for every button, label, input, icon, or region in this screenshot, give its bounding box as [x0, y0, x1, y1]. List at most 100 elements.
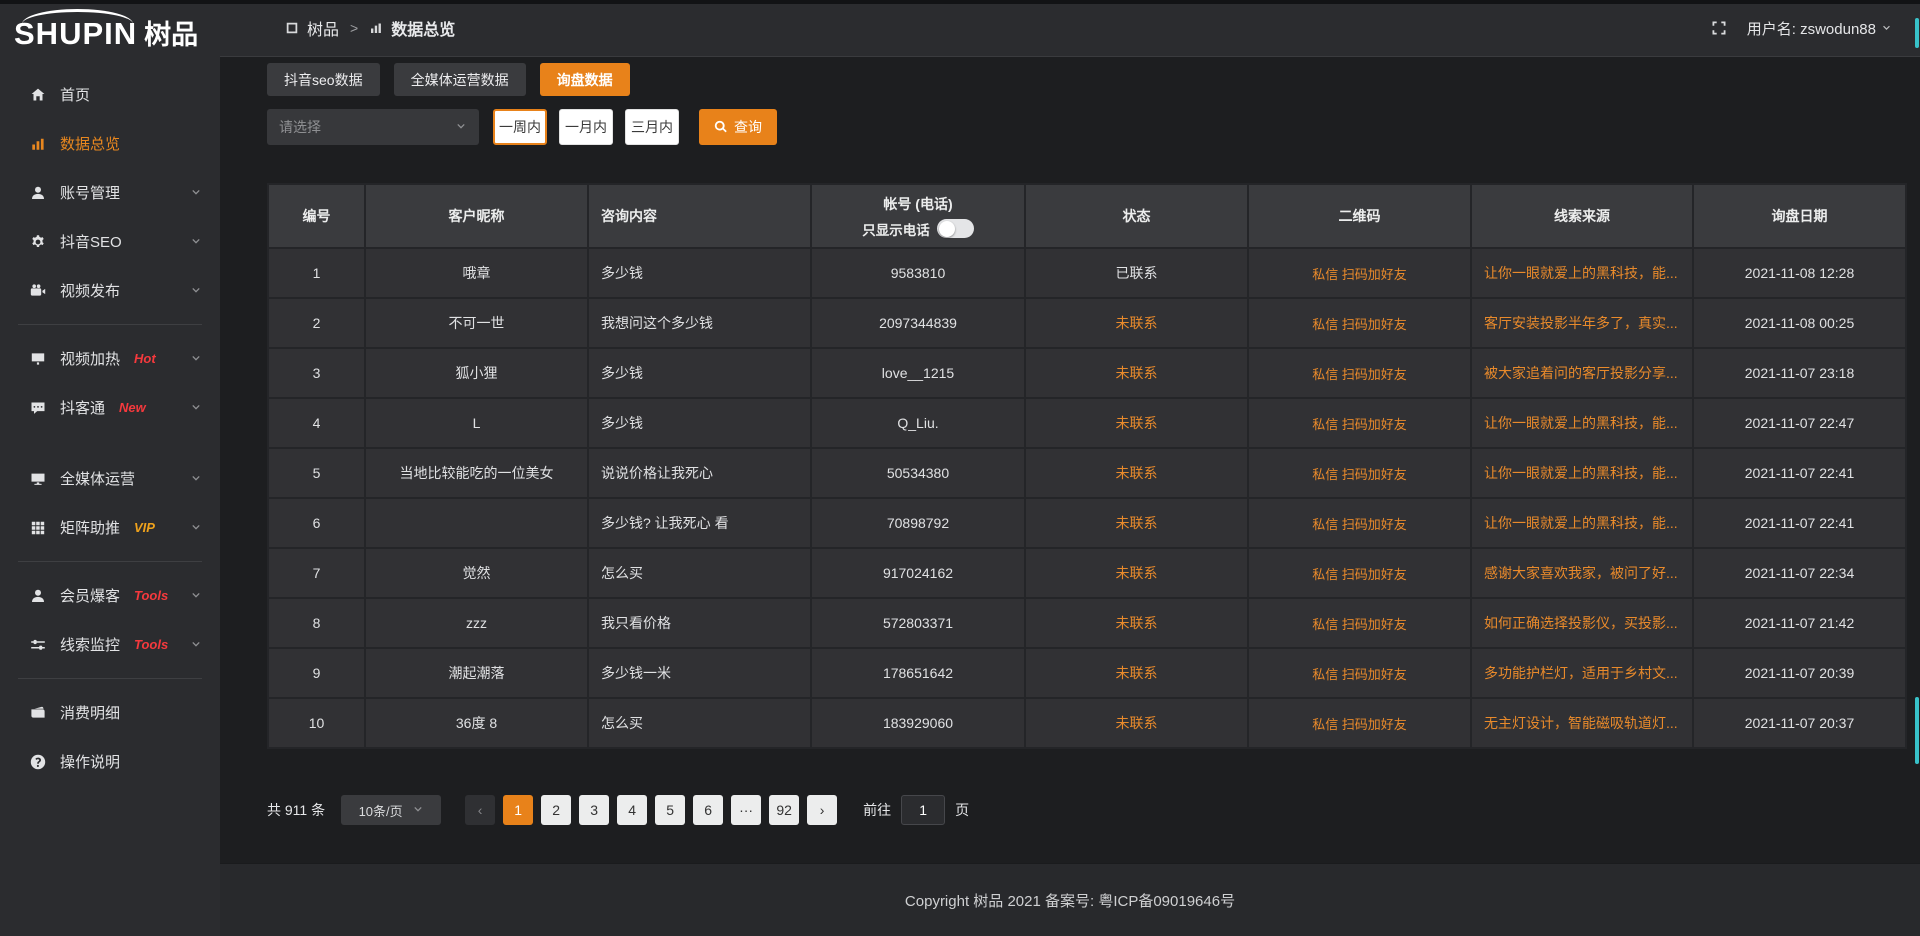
range-buttons: 一周内一月内三月内: [493, 109, 679, 145]
sidebar-item-matrix-boost[interactable]: 矩阵助推 VIP: [0, 503, 220, 552]
date-range-button[interactable]: 一月内: [559, 109, 613, 145]
cell-qrcode-link[interactable]: 私信 扫码加好友: [1249, 399, 1470, 447]
cell-source-link[interactable]: 无主灯设计，智能磁吸轨道灯...: [1472, 699, 1692, 747]
cell-no: 4: [269, 399, 364, 447]
page-button-3[interactable]: 3: [579, 795, 609, 825]
cell-no: 8: [269, 599, 364, 647]
cell-date: 2021-11-07 20:37: [1694, 699, 1905, 747]
data-tab[interactable]: 询盘数据: [540, 63, 630, 96]
cell-nickname: 当地比较能吃的一位美女: [366, 449, 587, 497]
cell-no: 9: [269, 649, 364, 697]
cell-source-link[interactable]: 让你一眼就爱上的黑科技，能...: [1472, 249, 1692, 297]
sidebar-item-label: 数据总览: [60, 133, 120, 154]
data-tab[interactable]: 全媒体运营数据: [394, 63, 526, 96]
next-page-button[interactable]: ›: [807, 795, 837, 825]
scrollbar-mark[interactable]: [1915, 697, 1919, 764]
sidebar-item-home[interactable]: 首页: [0, 70, 220, 119]
page-button-6[interactable]: 6: [693, 795, 723, 825]
col-account-label: 帐号 (电话): [883, 194, 952, 214]
chevron-down-icon: [412, 804, 424, 816]
footer: Copyright 树品 2021 备案号: 粤ICP备09019646号: [220, 863, 1920, 936]
cell-source-link[interactable]: 让你一眼就爱上的黑科技，能...: [1472, 499, 1692, 547]
cell-qrcode-link[interactable]: 私信 扫码加好友: [1249, 299, 1470, 347]
filter-select[interactable]: 请选择: [267, 109, 479, 145]
cell-qrcode-link[interactable]: 私信 扫码加好友: [1249, 499, 1470, 547]
cell-no: 2: [269, 299, 364, 347]
sidebar-item-label: 矩阵助推: [60, 517, 120, 538]
cell-qrcode-link[interactable]: 私信 扫码加好友: [1249, 449, 1470, 497]
breadcrumb-root[interactable]: 树品: [307, 16, 339, 40]
cell-account: 9583810: [812, 249, 1024, 297]
cell-qrcode-link[interactable]: 私信 扫码加好友: [1249, 249, 1470, 297]
page-button-4[interactable]: 4: [617, 795, 647, 825]
page-button-5[interactable]: 5: [655, 795, 685, 825]
chat-icon: [30, 400, 46, 416]
fullscreen-icon[interactable]: [1711, 20, 1727, 36]
page-button-92[interactable]: 92: [769, 795, 799, 825]
cell-source-link[interactable]: 被大家追着问的客厅投影分享...: [1472, 349, 1692, 397]
cell-qrcode-link[interactable]: 私信 扫码加好友: [1249, 599, 1470, 647]
cell-status: 未联系: [1026, 599, 1247, 647]
ellipsis-button[interactable]: ···: [731, 795, 761, 825]
cell-status: 未联系: [1026, 699, 1247, 747]
cell-source-link[interactable]: 客厅安装投影半年多了，真实...: [1472, 299, 1692, 347]
sidebar-item-douyin-seo[interactable]: 抖音SEO: [0, 217, 220, 266]
chevron-down-icon: [190, 522, 202, 534]
sidebar-item-clue-monitor[interactable]: 线索监控 Tools: [0, 620, 220, 669]
cell-status: 未联系: [1026, 649, 1247, 697]
page-buttons: ‹ 123456 ··· 92 ›: [465, 795, 845, 825]
cell-qrcode-link[interactable]: 私信 扫码加好友: [1249, 699, 1470, 747]
wallet-icon: [30, 705, 46, 721]
cell-content: 我想问这个多少钱: [589, 299, 810, 347]
goto-page-input[interactable]: [901, 795, 945, 825]
date-range-button[interactable]: 三月内: [625, 109, 679, 145]
search-button[interactable]: 查询: [699, 109, 777, 145]
cell-qrcode-link[interactable]: 私信 扫码加好友: [1249, 549, 1470, 597]
goto-unit: 页: [955, 800, 969, 820]
col-qrcode: 二维码: [1249, 185, 1470, 247]
user-menu[interactable]: 用户名: zswodun88: [1747, 18, 1892, 39]
sidebar-item-badge: Tools: [134, 588, 168, 603]
page-size-select[interactable]: 10条/页: [341, 795, 441, 825]
cell-status: 未联系: [1026, 349, 1247, 397]
cell-qrcode-link[interactable]: 私信 扫码加好友: [1249, 349, 1470, 397]
col-content: 咨询内容: [589, 185, 810, 247]
sidebar-item-overview[interactable]: 数据总览: [0, 119, 220, 168]
cell-source-link[interactable]: 感谢大家喜欢我家，被问了好...: [1472, 549, 1692, 597]
cell-nickname: zzz: [366, 599, 587, 647]
sidebar-item-member-baoke[interactable]: 会员爆客 Tools: [0, 571, 220, 620]
data-tab[interactable]: 抖音seo数据: [267, 63, 380, 96]
page-button-2[interactable]: 2: [541, 795, 571, 825]
cell-source-link[interactable]: 多功能护栏灯，适用于乡村文...: [1472, 649, 1692, 697]
cell-nickname: 36度 8: [366, 699, 587, 747]
app-root: SHUPIN 树品 首页 数据总览 账号管理 抖音SEO 视频发布 视频加热 H…: [0, 0, 1920, 936]
cell-date: 2021-11-07 20:39: [1694, 649, 1905, 697]
col-nickname: 客户昵称: [366, 185, 587, 247]
sidebar-menu: 首页 数据总览 账号管理 抖音SEO 视频发布 视频加热 Hot 抖客通 New…: [0, 57, 220, 786]
cell-qrcode-link[interactable]: 私信 扫码加好友: [1249, 649, 1470, 697]
cell-account: 70898792: [812, 499, 1024, 547]
cell-source-link[interactable]: 如何正确选择投影仪，买投影...: [1472, 599, 1692, 647]
sidebar-item-video-heat[interactable]: 视频加热 Hot: [0, 334, 220, 383]
sidebar-item-video-publish[interactable]: 视频发布: [0, 266, 220, 315]
sidebar-divider: [18, 678, 202, 679]
date-range-button[interactable]: 一周内: [493, 109, 547, 145]
cell-nickname: 狐小狸: [366, 349, 587, 397]
page-button-1[interactable]: 1: [503, 795, 533, 825]
prev-page-button[interactable]: ‹: [465, 795, 495, 825]
sidebar-item-consume-detail[interactable]: 消费明细: [0, 688, 220, 737]
sidebar-item-doukatong[interactable]: 抖客通 New: [0, 383, 220, 432]
window-top-edge: [0, 0, 1920, 4]
cell-no: 3: [269, 349, 364, 397]
chevron-down-icon: [190, 473, 202, 485]
sidebar-item-media-ops[interactable]: 全媒体运营: [0, 454, 220, 503]
sidebar-item-account[interactable]: 账号管理: [0, 168, 220, 217]
content-area: 抖音seo数据全媒体运营数据询盘数据 请选择 一周内一月内三月内 查询 编号 客…: [220, 57, 1920, 863]
cell-source-link[interactable]: 让你一眼就爱上的黑科技，能...: [1472, 449, 1692, 497]
cell-account: 572803371: [812, 599, 1024, 647]
cell-source-link[interactable]: 让你一眼就爱上的黑科技，能...: [1472, 399, 1692, 447]
sidebar-item-guide[interactable]: 操作说明: [0, 737, 220, 786]
scrollbar-thumb[interactable]: [1915, 18, 1919, 48]
cell-account: 183929060: [812, 699, 1024, 747]
phone-only-toggle[interactable]: [937, 219, 974, 238]
